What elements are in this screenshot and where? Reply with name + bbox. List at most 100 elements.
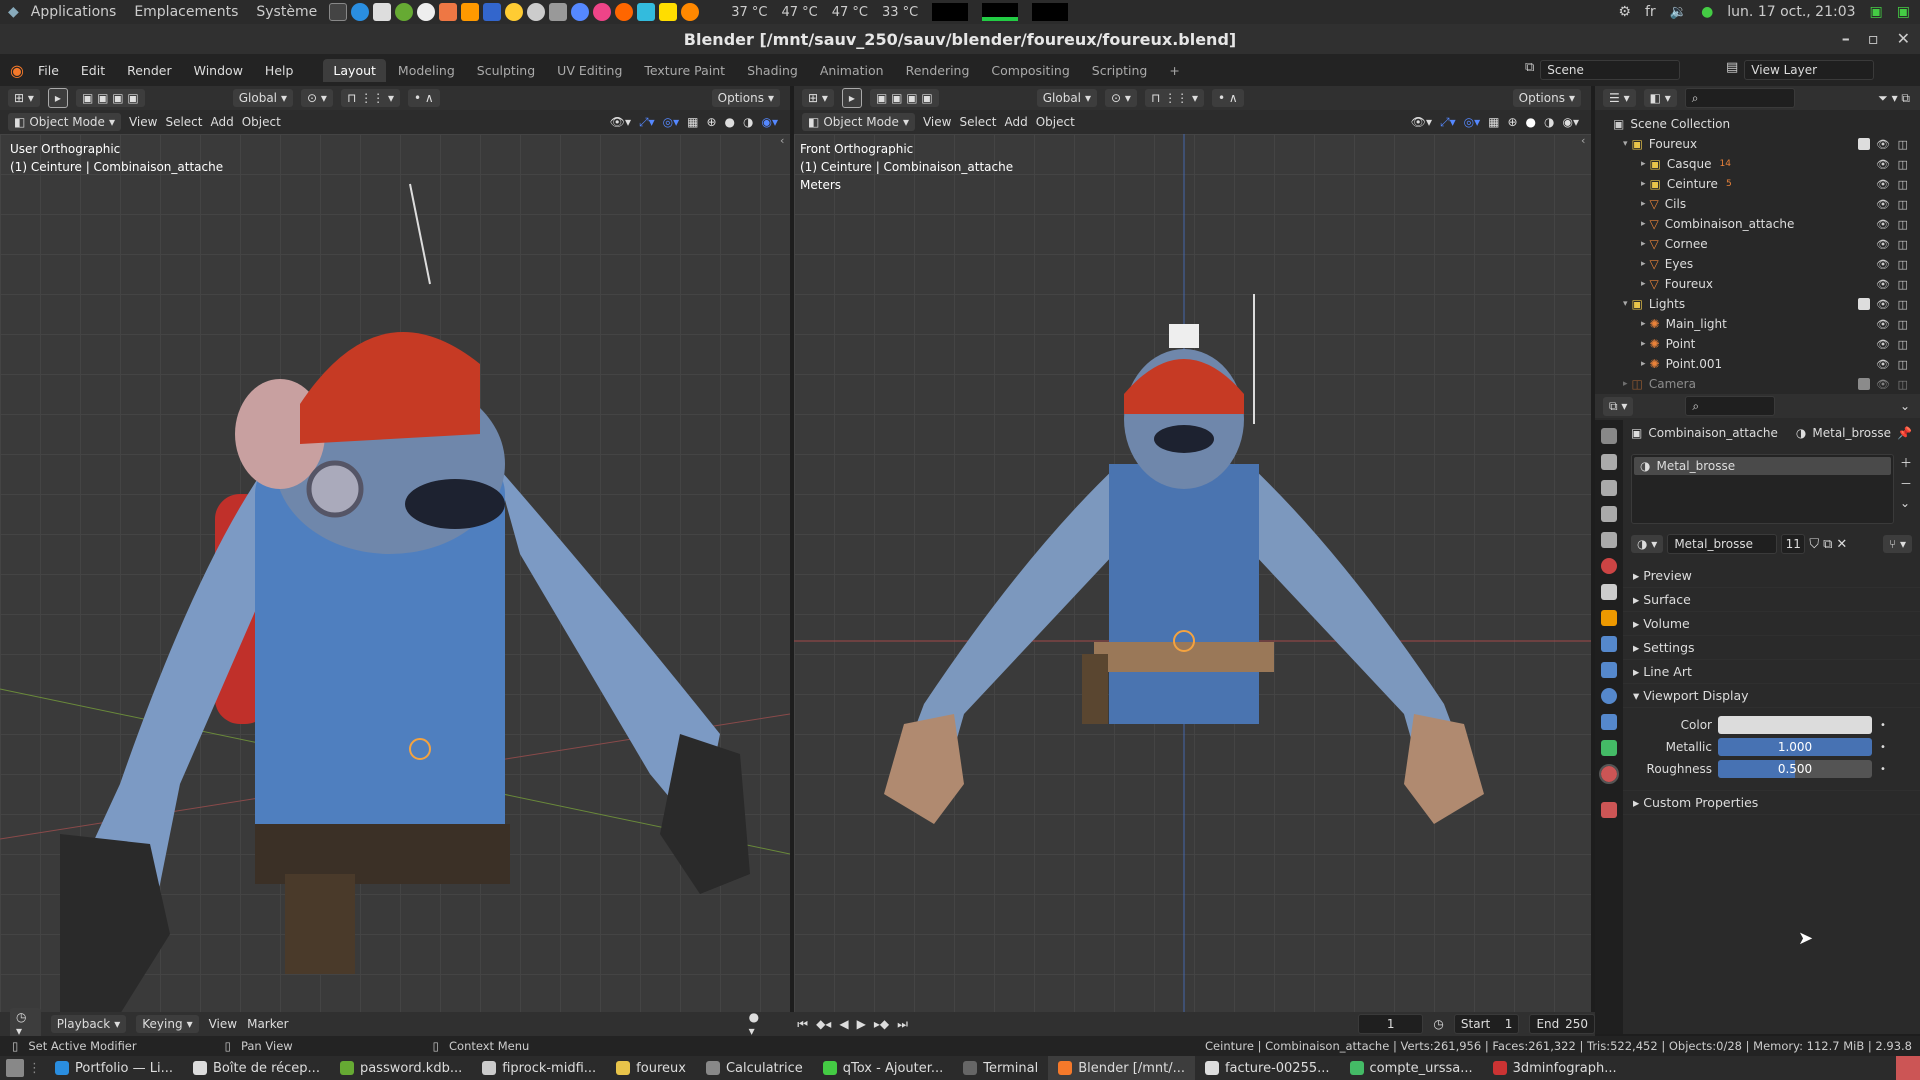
expand-toggle-icon[interactable]: ▸ bbox=[1641, 339, 1646, 349]
panel-settings[interactable]: ▸ Settings bbox=[1623, 636, 1920, 660]
browse-material-button[interactable]: ◑ ▾ bbox=[1631, 535, 1664, 553]
distro-logo-icon[interactable]: ◆ bbox=[8, 4, 19, 20]
expand-toggle-icon[interactable]: ▸ bbox=[1641, 239, 1646, 249]
snap-button[interactable]: ⊓ ⋮⋮ ▾ bbox=[1144, 89, 1204, 107]
menu-help[interactable]: Help bbox=[265, 63, 294, 78]
tab-shading[interactable]: Shading bbox=[737, 59, 808, 82]
tab-animation[interactable]: Animation bbox=[810, 59, 894, 82]
output-tab-icon[interactable] bbox=[1601, 480, 1617, 496]
world-tab-icon[interactable] bbox=[1601, 558, 1617, 574]
render-camera-icon[interactable]: ◫ bbox=[1898, 138, 1908, 151]
panel-custom-properties[interactable]: ▸ Custom Properties bbox=[1623, 791, 1920, 815]
record-button[interactable]: ● ▾ bbox=[749, 1010, 768, 1038]
tab-texture-paint[interactable]: Texture Paint bbox=[634, 59, 735, 82]
constraints-tab-icon[interactable] bbox=[1601, 714, 1617, 730]
sidebar-toggle[interactable]: ‹ bbox=[780, 134, 790, 174]
xray-icon[interactable]: ▦ bbox=[687, 115, 698, 130]
current-frame-field[interactable]: 1 bbox=[1357, 1014, 1424, 1034]
visibility-eye-icon[interactable]: 👁 bbox=[1876, 318, 1890, 331]
prev-keyframe-icon[interactable]: ◆◂ bbox=[816, 1017, 831, 1032]
metallic-slider[interactable]: 1.000 bbox=[1718, 738, 1872, 756]
app-launcher-icon[interactable] bbox=[659, 3, 678, 21]
visibility-eye-icon[interactable]: 👁 bbox=[1876, 298, 1890, 311]
render-tab-icon[interactable] bbox=[1601, 454, 1617, 470]
outliner-row[interactable]: ▾ ▣ Lights 👁 ◫ bbox=[1595, 294, 1920, 314]
options-button[interactable]: Options ▾ bbox=[711, 89, 780, 107]
add-workspace-button[interactable]: + bbox=[1159, 59, 1189, 82]
blender-logo-icon[interactable]: ◉ bbox=[10, 61, 24, 80]
keyboard-layout[interactable]: fr bbox=[1645, 4, 1656, 20]
menu-object[interactable]: Object bbox=[242, 115, 281, 129]
expand-toggle-icon[interactable]: ▸ bbox=[1641, 219, 1646, 229]
outliner-root[interactable]: ▣ Scene Collection bbox=[1595, 114, 1920, 134]
transform-orientation[interactable]: Global ▾ bbox=[1036, 89, 1098, 107]
render-camera-icon[interactable]: ◫ bbox=[1898, 278, 1908, 291]
exclude-checkbox[interactable] bbox=[1858, 378, 1870, 390]
panel-viewport-display[interactable]: ▾ Viewport Display bbox=[1623, 684, 1920, 708]
minimize-button[interactable]: – bbox=[1842, 29, 1850, 48]
taskbar-item[interactable]: Calculatrice bbox=[696, 1056, 813, 1080]
options-button[interactable]: Options ▾ bbox=[1512, 89, 1581, 107]
expand-toggle-icon[interactable]: ▾ bbox=[1623, 299, 1628, 309]
show-desktop-icon[interactable] bbox=[6, 1059, 24, 1077]
network-icon[interactable]: ⚙ bbox=[1618, 4, 1631, 20]
material-name-field[interactable]: Metal_brosse bbox=[1667, 534, 1778, 554]
sidebar-toggle[interactable]: ‹ bbox=[1581, 134, 1591, 174]
rendered-shading-icon[interactable]: ◉▾ bbox=[1563, 115, 1580, 130]
taskbar-item[interactable]: 3dminfograph... bbox=[1483, 1056, 1627, 1080]
visibility-eye-icon[interactable]: 👁 bbox=[1876, 358, 1890, 371]
clock[interactable]: lun. 17 oct., 21:03 bbox=[1727, 4, 1855, 20]
next-keyframe-icon[interactable]: ▸◆ bbox=[874, 1017, 889, 1032]
solid-shading-icon[interactable]: ● bbox=[725, 115, 735, 130]
menu-select[interactable]: Select bbox=[165, 115, 202, 129]
chevron-down-icon[interactable]: ⌄ bbox=[1900, 399, 1910, 413]
app-launcher-icon[interactable] bbox=[549, 3, 568, 21]
rendered-shading-icon[interactable]: ◉▾ bbox=[762, 115, 779, 130]
select-tool-button[interactable]: ▸ bbox=[841, 88, 862, 108]
properties-search-input[interactable]: ⌕ bbox=[1685, 396, 1776, 416]
taskbar-item[interactable]: password.kdb... bbox=[330, 1056, 472, 1080]
menu-select[interactable]: Select bbox=[959, 115, 996, 129]
close-button[interactable]: ✕ bbox=[1897, 29, 1910, 48]
outliner-row[interactable]: ▸ ▣ Casque 14 👁 ◫ bbox=[1595, 154, 1920, 174]
roughness-slider[interactable]: 0.500 bbox=[1718, 760, 1872, 778]
expand-toggle-icon[interactable]: ▸ bbox=[1623, 379, 1628, 389]
tab-modeling[interactable]: Modeling bbox=[388, 59, 465, 82]
xray-icon[interactable]: ▦ bbox=[1488, 115, 1499, 130]
taskbar-item[interactable]: qTox - Ajouter... bbox=[813, 1056, 954, 1080]
color-swatch[interactable] bbox=[1718, 716, 1872, 734]
menu-edit[interactable]: Edit bbox=[81, 63, 105, 78]
wireframe-shading-icon[interactable]: ⊕ bbox=[1507, 115, 1517, 130]
updates-icon[interactable]: ▣ bbox=[1870, 4, 1883, 20]
unlink-icon[interactable]: ✕ bbox=[1836, 537, 1847, 552]
expand-toggle-icon[interactable]: ▸ bbox=[1641, 279, 1646, 289]
outliner-row[interactable]: ▸ ✺ Main_light 👁 ◫ bbox=[1595, 314, 1920, 334]
object-mode-dropdown[interactable]: ◧ Object Mode ▾ bbox=[8, 113, 121, 131]
add-slot-button[interactable]: ＋ bbox=[1900, 454, 1912, 471]
scene-tab-icon[interactable] bbox=[1601, 532, 1617, 548]
volume-icon[interactable]: 🔉 bbox=[1670, 4, 1687, 20]
fake-user-icon[interactable]: ⛉ bbox=[1809, 537, 1819, 552]
visibility-eye-icon[interactable]: 👁 bbox=[1876, 178, 1890, 191]
scene-icon[interactable]: ⧉ bbox=[1525, 60, 1534, 80]
material-tab-icon[interactable] bbox=[1599, 764, 1619, 784]
modifier-tab-icon[interactable] bbox=[1601, 636, 1617, 652]
tab-scripting[interactable]: Scripting bbox=[1082, 59, 1158, 82]
outliner-row[interactable]: ▸ ▽ Eyes 👁 ◫ bbox=[1595, 254, 1920, 274]
outliner-row[interactable]: ▸ ◫ Camera 👁 ◫ bbox=[1595, 374, 1920, 394]
files-launcher-icon[interactable] bbox=[373, 3, 392, 21]
expand-toggle-icon[interactable]: ▸ bbox=[1641, 359, 1646, 369]
remove-slot-button[interactable]: － bbox=[1900, 475, 1912, 492]
menu-system[interactable]: Système bbox=[256, 4, 317, 20]
render-camera-icon[interactable]: ◫ bbox=[1898, 238, 1908, 251]
tab-rendering[interactable]: Rendering bbox=[896, 59, 980, 82]
object-mode-dropdown[interactable]: ◧ Object Mode ▾ bbox=[802, 113, 915, 131]
taskbar-item[interactable]: fiprock-midfi... bbox=[472, 1056, 606, 1080]
pivot-button[interactable]: ⊙ ▾ bbox=[1105, 89, 1137, 107]
editor-type-button[interactable]: ⊞ ▾ bbox=[802, 89, 834, 107]
menu-view[interactable]: View bbox=[209, 1017, 237, 1031]
taskbar-item[interactable]: facture-00255... bbox=[1195, 1056, 1340, 1080]
visibility-icon[interactable]: 👁▾ bbox=[610, 115, 631, 130]
app-launcher-icon[interactable] bbox=[571, 3, 590, 21]
shading-buttons[interactable]: 👁▾ ⤢▾ ◎▾ ▦ ⊕ ● ◑ ◉▾ bbox=[1411, 115, 1579, 130]
